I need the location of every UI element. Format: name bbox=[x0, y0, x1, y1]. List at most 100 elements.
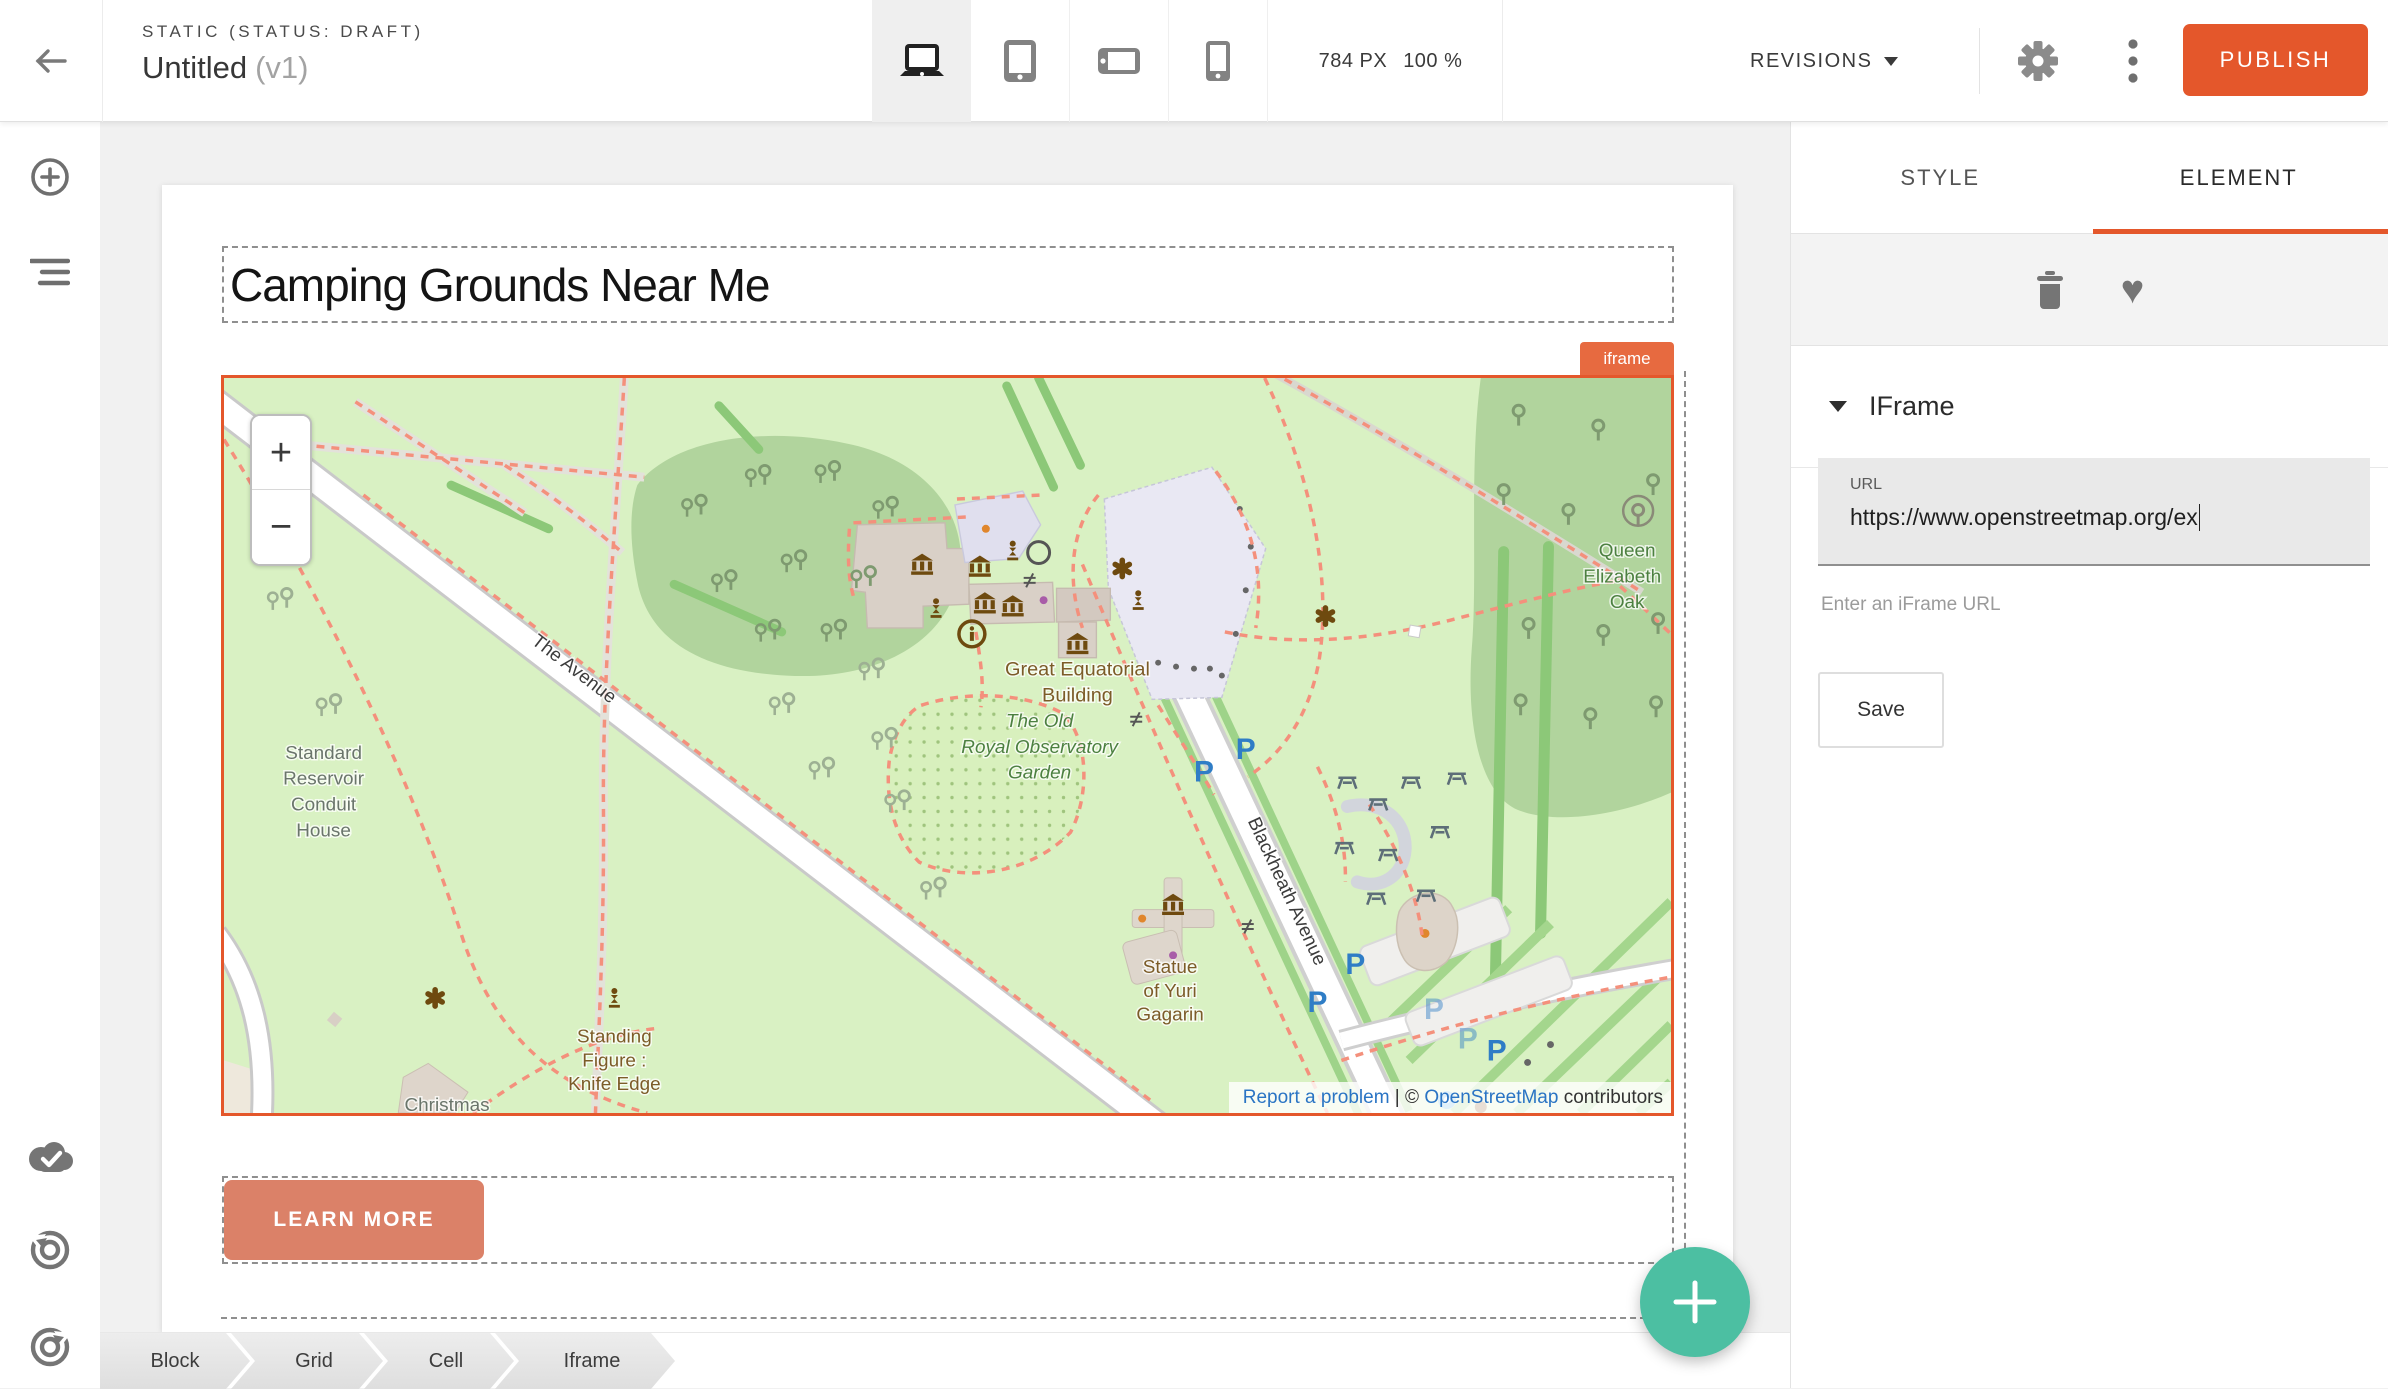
favorite-element-button[interactable]: ♥ bbox=[2121, 270, 2145, 310]
svg-text:Great Equatorial: Great Equatorial bbox=[1005, 659, 1150, 681]
document-title: Untitled bbox=[142, 50, 247, 85]
svg-text:P: P bbox=[1458, 1023, 1478, 1056]
kebab-menu-icon bbox=[2127, 38, 2139, 84]
svg-text:P: P bbox=[1194, 756, 1214, 789]
publish-button[interactable]: PUBLISH bbox=[2183, 24, 2368, 96]
redo-button[interactable] bbox=[0, 1317, 100, 1377]
svg-text:Queen: Queen bbox=[1599, 541, 1656, 562]
svg-text:P: P bbox=[1236, 733, 1256, 766]
tab-element[interactable]: ELEMENT bbox=[2090, 122, 2388, 233]
more-options-button[interactable] bbox=[2103, 0, 2163, 122]
svg-text:Gagarin: Gagarin bbox=[1136, 1005, 1203, 1026]
url-field-value: https://www.openstreetmap.org/ex bbox=[1850, 504, 2198, 531]
viewport-size-indicator: 784 PX 100 % bbox=[1279, 0, 1503, 122]
svg-text:Reservoir: Reservoir bbox=[283, 769, 364, 790]
text-cursor bbox=[2199, 504, 2201, 531]
list-icon bbox=[30, 258, 70, 286]
device-preview-switcher bbox=[872, 0, 1268, 122]
breadcrumb-cell[interactable]: Cell bbox=[364, 1333, 514, 1389]
map-zoom-out-button[interactable]: − bbox=[252, 490, 310, 564]
plus-icon bbox=[1670, 1277, 1720, 1327]
svg-text:Elizabeth: Elizabeth bbox=[1583, 566, 1661, 587]
tab-style[interactable]: STYLE bbox=[1791, 122, 2090, 233]
document-status: STATIC (STATUS: DRAFT) bbox=[142, 22, 424, 42]
svg-text:Garden: Garden bbox=[1008, 763, 1071, 784]
svg-text:Building: Building bbox=[1042, 684, 1113, 706]
add-block-fab[interactable] bbox=[1640, 1247, 1750, 1357]
breadcrumb-iframe[interactable]: Iframe bbox=[495, 1333, 675, 1389]
url-field-hint: Enter an iFrame URL bbox=[1821, 594, 2001, 616]
undo-button[interactable] bbox=[0, 1220, 100, 1280]
autosave-status-button[interactable] bbox=[0, 1126, 100, 1186]
layers-list-button[interactable] bbox=[0, 242, 100, 302]
gear-icon bbox=[2017, 40, 2059, 82]
element-actions: ♥ bbox=[1791, 234, 2388, 346]
properties-panel: STYLE ELEMENT ♥ IFrame URL https://www.o… bbox=[1790, 122, 2388, 1388]
top-toolbar: STATIC (STATUS: DRAFT) Untitled(v1) bbox=[0, 0, 2388, 122]
viewport-width: 784 PX bbox=[1319, 50, 1388, 73]
page-title: Camping Grounds Near Me bbox=[224, 258, 769, 312]
iframe-map-element[interactable]: P P P P P P P The Avenue Blackheath Aven… bbox=[221, 375, 1674, 1116]
heart-icon: ♥ bbox=[2121, 270, 2145, 310]
settings-button[interactable] bbox=[2008, 0, 2068, 122]
svg-text:Conduit: Conduit bbox=[291, 795, 357, 816]
learn-more-button[interactable]: LEARN MORE bbox=[224, 1180, 484, 1260]
svg-text:Statue: Statue bbox=[1143, 957, 1198, 978]
trash-icon bbox=[2035, 271, 2065, 309]
pavilion-building bbox=[1397, 893, 1458, 970]
openstreetmap-canvas[interactable]: P P P P P P P The Avenue Blackheath Aven… bbox=[224, 378, 1671, 1113]
document-meta: STATIC (STATUS: DRAFT) Untitled(v1) bbox=[142, 22, 424, 86]
page-canvas[interactable]: Camping Grounds Near Me iframe bbox=[162, 185, 1733, 1332]
svg-text:Knife Edge: Knife Edge bbox=[568, 1074, 661, 1095]
map-zoom-in-button[interactable]: + bbox=[252, 416, 310, 490]
redo-icon bbox=[27, 1324, 73, 1370]
device-landscape-button[interactable] bbox=[1070, 0, 1169, 122]
button-block[interactable]: LEARN MORE bbox=[222, 1176, 1674, 1264]
revisions-label: REVISIONS bbox=[1750, 50, 1872, 73]
breadcrumb-block[interactable]: Block bbox=[100, 1333, 250, 1389]
svg-text:The Old: The Old bbox=[1006, 711, 1074, 732]
svg-text:Christmas: Christmas bbox=[405, 1095, 490, 1113]
svg-text:P: P bbox=[1308, 986, 1328, 1019]
svg-text:P: P bbox=[1487, 1034, 1507, 1067]
attribution-text: contributors bbox=[1558, 1087, 1663, 1109]
map-attribution: Report a problem | © OpenStreetMap contr… bbox=[1229, 1082, 1671, 1113]
zoom-level: 100 % bbox=[1403, 50, 1462, 73]
phone-landscape-icon bbox=[1098, 48, 1140, 74]
phone-icon bbox=[1206, 41, 1230, 81]
svg-text:P: P bbox=[1345, 948, 1365, 981]
left-sidebar bbox=[0, 122, 100, 1388]
svg-text:Standing: Standing bbox=[577, 1027, 652, 1048]
plus-circle-icon bbox=[29, 156, 71, 198]
section-collapse-icon bbox=[1829, 401, 1847, 412]
back-arrow-icon bbox=[31, 45, 71, 77]
tablet-icon bbox=[1004, 40, 1036, 82]
map-zoom-control: + − bbox=[250, 414, 312, 566]
element-breadcrumb-bar: Block Grid Cell Iframe bbox=[100, 1332, 1790, 1388]
save-button[interactable]: Save bbox=[1818, 672, 1944, 748]
element-type-badge: iframe bbox=[1580, 342, 1674, 375]
device-tablet-button[interactable] bbox=[971, 0, 1070, 122]
svg-text:P: P bbox=[1424, 993, 1444, 1026]
svg-text:House: House bbox=[296, 820, 351, 841]
device-desktop-button[interactable] bbox=[872, 0, 971, 122]
report-problem-link[interactable]: Report a problem bbox=[1243, 1087, 1390, 1109]
openstreetmap-link[interactable]: OpenStreetMap bbox=[1424, 1087, 1558, 1109]
url-field-label: URL bbox=[1850, 476, 2370, 494]
section-title: IFrame bbox=[1869, 391, 1955, 422]
revisions-dropdown[interactable]: REVISIONS bbox=[1750, 0, 1898, 122]
iframe-section-toggle[interactable]: IFrame bbox=[1791, 346, 2388, 468]
heading-block[interactable]: Camping Grounds Near Me bbox=[222, 246, 1674, 323]
toolbar-divider bbox=[1979, 28, 1980, 94]
svg-text:Oak: Oak bbox=[1610, 592, 1645, 613]
back-button[interactable] bbox=[0, 0, 103, 122]
add-element-button[interactable] bbox=[0, 147, 100, 207]
editor-workspace: Camping Grounds Near Me iframe bbox=[100, 122, 1790, 1388]
iframe-url-input[interactable]: URL https://www.openstreetmap.org/ex bbox=[1818, 458, 2370, 566]
undo-icon bbox=[27, 1227, 73, 1273]
chevron-down-icon bbox=[1884, 57, 1898, 66]
svg-text:Standard: Standard bbox=[285, 743, 362, 764]
device-phone-button[interactable] bbox=[1169, 0, 1268, 122]
delete-element-button[interactable] bbox=[2035, 271, 2065, 309]
breadcrumb-grid[interactable]: Grid bbox=[231, 1333, 383, 1389]
